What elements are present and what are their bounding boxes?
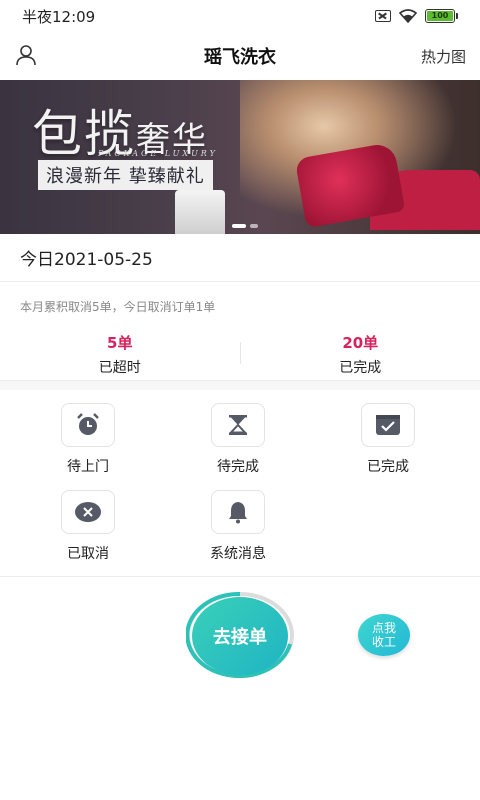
- pager-dot[interactable]: [250, 224, 258, 228]
- grid-icon-box: [61, 403, 115, 447]
- status-icons: 100: [375, 9, 458, 23]
- grid-item-pending-visit[interactable]: 待上门: [13, 403, 163, 483]
- order-stats: 5单 已超时 20单 已完成: [0, 330, 480, 378]
- wifi-icon: [399, 9, 417, 23]
- banner-white-bag: [175, 190, 225, 234]
- grid-label: 已完成: [367, 459, 409, 475]
- take-order-label: 去接单: [192, 597, 288, 675]
- stat-completed[interactable]: 20单 已完成: [241, 330, 480, 378]
- grid-label: 已取消: [67, 546, 109, 562]
- grid-label: 待完成: [217, 459, 259, 475]
- hourglass-icon: [228, 415, 248, 435]
- pager-dot-active[interactable]: [232, 224, 246, 228]
- grid-icon-box: [211, 490, 265, 534]
- grid-item-pending-complete[interactable]: 待完成: [163, 403, 313, 483]
- grid-label: 系统消息: [210, 546, 266, 562]
- alarm-clock-icon: [77, 413, 99, 435]
- app-header: 瑶飞洗衣 热力图: [0, 32, 480, 80]
- cancel-circle-icon: [75, 502, 101, 522]
- battery-level: 100: [427, 11, 453, 21]
- status-time: 半夜12:09: [22, 7, 96, 26]
- stat-completed-count: 20单: [342, 333, 379, 352]
- grid-item-cancelled[interactable]: 已取消: [13, 490, 163, 570]
- grid-icon-box: [361, 403, 415, 447]
- page-title: 瑶飞洗衣: [204, 47, 276, 68]
- stat-timeout-label: 已超时: [98, 359, 141, 376]
- heatmap-link[interactable]: 热力图: [421, 46, 466, 67]
- grid-item-completed[interactable]: 已完成: [313, 403, 463, 483]
- bell-icon: [229, 502, 247, 524]
- promo-banner[interactable]: 包揽奢华 PACKAGE LUXURY 浪漫新年 挚臻献礼: [0, 80, 480, 234]
- grid-icon-box: [211, 403, 265, 447]
- stat-timeout-count: 5单: [107, 333, 133, 352]
- clock-off-line2: 收工: [371, 635, 396, 649]
- stat-completed-label: 已完成: [339, 359, 382, 376]
- today-date: 今日2021-05-25: [0, 234, 480, 282]
- no-sim-icon: [375, 10, 391, 22]
- banner-subtitle-en: PACKAGE LUXURY: [98, 149, 218, 158]
- grid-label: 待上门: [67, 459, 109, 475]
- calendar-check-icon: [376, 415, 400, 435]
- clock-off-button[interactable]: 点我 收工: [358, 614, 410, 656]
- banner-pager[interactable]: [232, 224, 258, 228]
- clock-off-line1: 点我: [371, 621, 396, 635]
- section-divider: [0, 576, 480, 577]
- stat-timeout[interactable]: 5单 已超时: [0, 330, 240, 378]
- section-gap: [0, 380, 480, 390]
- grid-item-system-messages[interactable]: 系统消息: [163, 490, 313, 570]
- grid-icon-box: [61, 490, 115, 534]
- status-bar: 半夜12:09 100: [0, 0, 480, 32]
- banner-slogan: 浪漫新年 挚臻献礼: [38, 160, 213, 190]
- user-icon[interactable]: [14, 43, 38, 67]
- battery-icon: 100: [425, 9, 458, 23]
- cancel-summary: 本月累积取消5单，今日取消订单1单: [20, 300, 216, 314]
- take-order-button[interactable]: 去接单: [186, 592, 296, 680]
